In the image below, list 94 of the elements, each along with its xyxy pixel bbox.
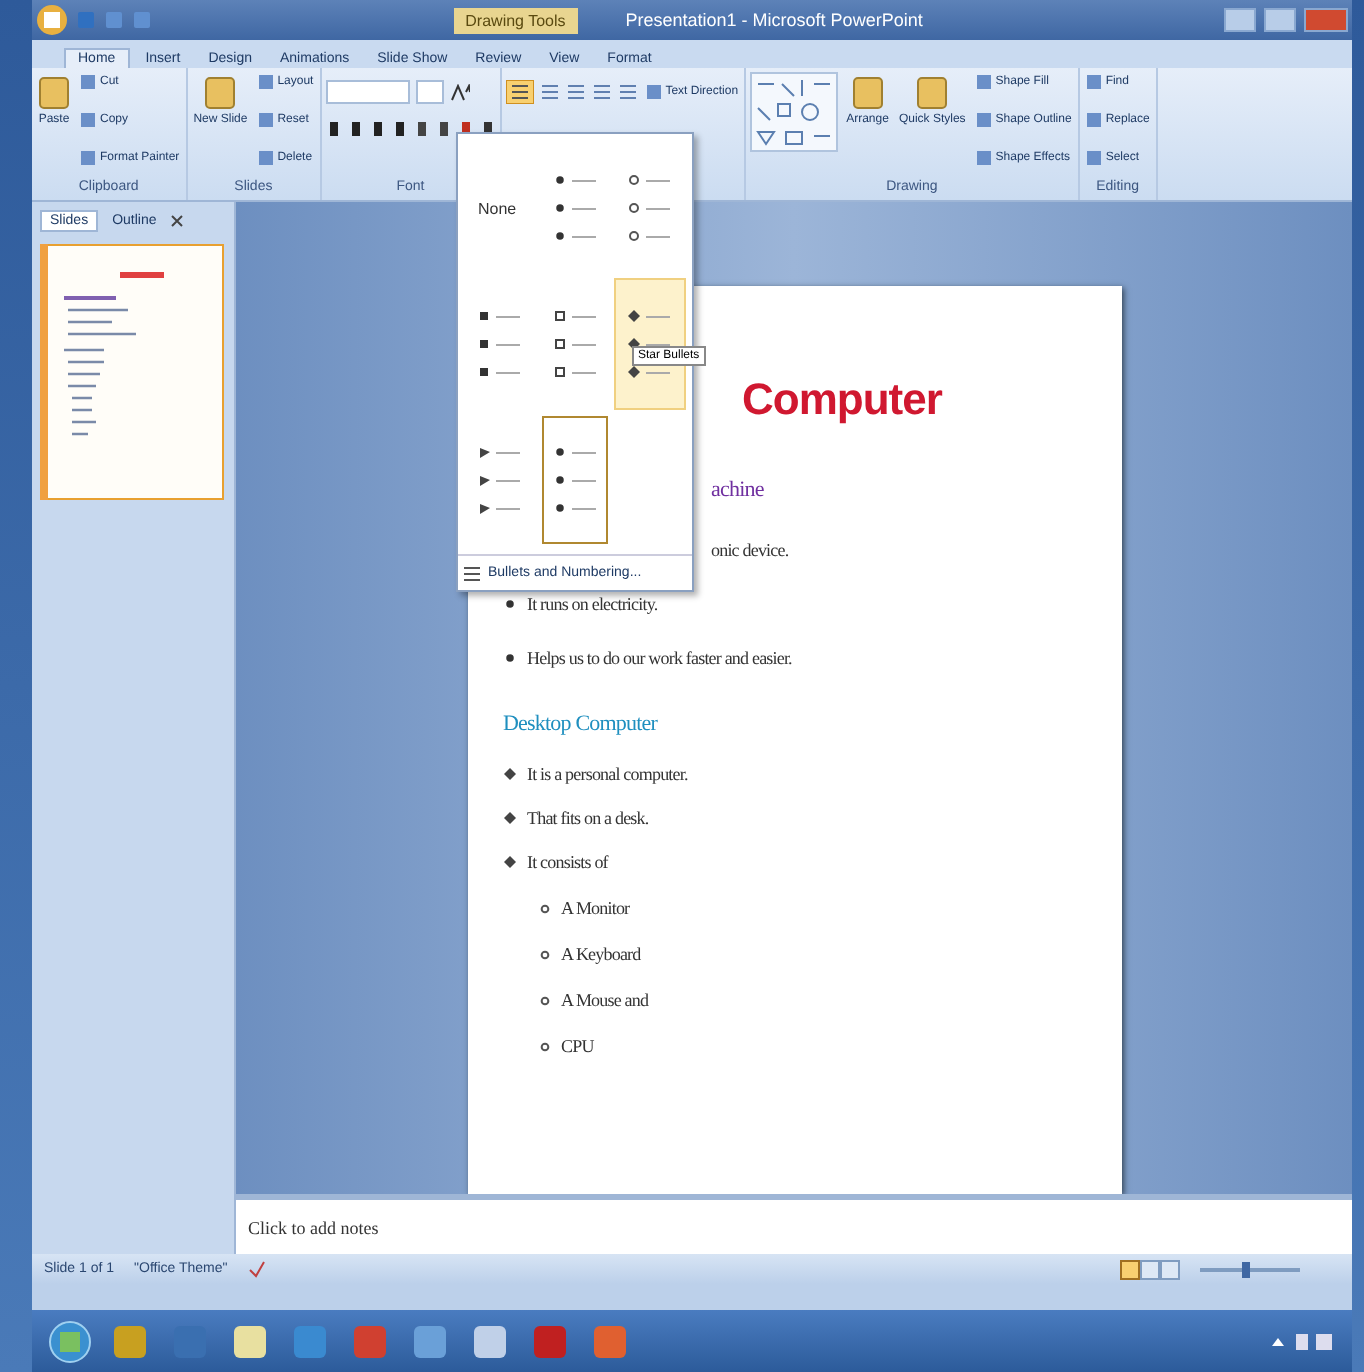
bullet-square-icon bbox=[553, 310, 566, 322]
slide-text: A Monitor bbox=[561, 898, 630, 918]
bullet-arrow-icon bbox=[478, 502, 490, 514]
slide-text: CPU bbox=[561, 1036, 594, 1056]
bullet-ring-icon bbox=[628, 174, 641, 186]
slide-thumbnail[interactable] bbox=[40, 244, 224, 500]
tool-icon bbox=[975, 74, 992, 90]
slide-text: onic device. bbox=[711, 540, 789, 560]
paragraph-icon[interactable] bbox=[539, 82, 560, 102]
context-tab[interactable]: Drawing Tools bbox=[453, 7, 578, 33]
line-icon bbox=[496, 449, 520, 455]
line-icon bbox=[646, 313, 671, 319]
bullet-star-icon bbox=[628, 310, 641, 322]
tool-icon bbox=[1085, 74, 1102, 90]
bullets-button-icon[interactable] bbox=[505, 80, 534, 104]
paragraph-icon[interactable] bbox=[565, 82, 586, 102]
tool-icon bbox=[257, 150, 274, 166]
line-icon bbox=[646, 177, 671, 183]
tool-icon bbox=[851, 74, 884, 110]
line-icon bbox=[646, 341, 671, 347]
list-icon bbox=[464, 565, 480, 581]
spellcheck-icon[interactable] bbox=[247, 1260, 266, 1278]
bullet-dot-icon bbox=[553, 202, 566, 214]
line-icon bbox=[496, 369, 520, 375]
tool-icon bbox=[80, 112, 96, 128]
tool-icon bbox=[257, 112, 274, 128]
bullet-dot-icon bbox=[553, 502, 566, 514]
tool-icon bbox=[38, 74, 70, 110]
line-icon bbox=[571, 369, 596, 375]
paragraph-icon[interactable] bbox=[591, 82, 612, 102]
tool-icon bbox=[975, 150, 992, 166]
bullet-arrow-icon bbox=[478, 474, 490, 486]
start-button-icon[interactable] bbox=[48, 1319, 92, 1363]
office-button-icon[interactable] bbox=[36, 4, 68, 36]
tray-icons[interactable] bbox=[1268, 1329, 1336, 1353]
tool-icon bbox=[975, 112, 992, 128]
bullet-dot-icon bbox=[553, 474, 566, 486]
slide-text: It runs on electricity. bbox=[527, 594, 658, 614]
line-icon bbox=[571, 233, 596, 239]
line-icon bbox=[571, 505, 596, 511]
close-button[interactable] bbox=[1304, 8, 1348, 32]
line-icon bbox=[646, 205, 671, 211]
slide-text: It is a personal computer. bbox=[527, 764, 688, 784]
tool-icon bbox=[80, 74, 96, 90]
bullet-square-icon bbox=[478, 366, 490, 378]
line-icon bbox=[646, 233, 671, 239]
line-icon bbox=[496, 477, 520, 483]
notes-field[interactable]: Click to add notes bbox=[236, 1194, 1352, 1254]
tool-icon bbox=[1085, 150, 1102, 166]
bullet-square-icon bbox=[553, 366, 566, 378]
slide-title: Computer bbox=[742, 374, 942, 426]
line-icon bbox=[496, 505, 520, 511]
shapes-gallery-drawing[interactable] bbox=[750, 72, 839, 152]
line-icon bbox=[571, 205, 596, 211]
tool-icon bbox=[80, 150, 96, 166]
bullet-star-icon bbox=[628, 366, 641, 378]
line-icon bbox=[646, 369, 671, 375]
zoom-thumb[interactable] bbox=[1241, 1261, 1249, 1277]
line-icon bbox=[571, 449, 596, 455]
view-buttons-icon[interactable] bbox=[1120, 1259, 1180, 1279]
slide-text: That fits on a desk. bbox=[527, 808, 649, 828]
slide-text: Helps us to do our work faster and easier. bbox=[527, 648, 792, 668]
slide-text: It consists of bbox=[527, 852, 608, 872]
bullet-ring-icon bbox=[628, 230, 641, 242]
line-icon bbox=[571, 341, 596, 347]
bullet-dot-icon bbox=[553, 230, 566, 242]
slide-heading: Desktop Computer bbox=[503, 712, 658, 736]
paragraph-icon[interactable] bbox=[617, 82, 638, 102]
tool-icon bbox=[645, 84, 662, 100]
slide-text: A Mouse and bbox=[561, 990, 649, 1010]
slide-text: A Keyboard bbox=[561, 944, 641, 964]
line-icon bbox=[496, 341, 520, 347]
window-title: Presentation1 - Microsoft PowerPoint bbox=[625, 10, 923, 30]
line-icon bbox=[496, 313, 520, 319]
tool-icon bbox=[916, 74, 949, 110]
bullet-square-icon bbox=[478, 338, 490, 350]
grow-font-icon[interactable] bbox=[449, 83, 470, 101]
tool-icon bbox=[204, 74, 237, 110]
bullet-dot-icon bbox=[553, 174, 566, 186]
bullet-ring-icon bbox=[628, 202, 641, 214]
font-size-field[interactable] bbox=[415, 80, 444, 104]
bullet-dot-icon bbox=[553, 446, 566, 458]
line-icon bbox=[571, 477, 596, 483]
line-icon bbox=[571, 177, 596, 183]
tool-icon bbox=[257, 74, 274, 90]
bullet-arrow-icon bbox=[478, 446, 490, 458]
bullet-style-option[interactable]: None bbox=[464, 142, 536, 274]
tool-icon bbox=[1085, 112, 1102, 128]
slide-heading: achine bbox=[711, 478, 764, 502]
close-icon[interactable] bbox=[170, 214, 185, 228]
line-icon bbox=[571, 313, 596, 319]
bullet-square-icon bbox=[478, 310, 490, 322]
font-field[interactable] bbox=[325, 80, 410, 104]
bullet-square-icon bbox=[553, 338, 566, 350]
